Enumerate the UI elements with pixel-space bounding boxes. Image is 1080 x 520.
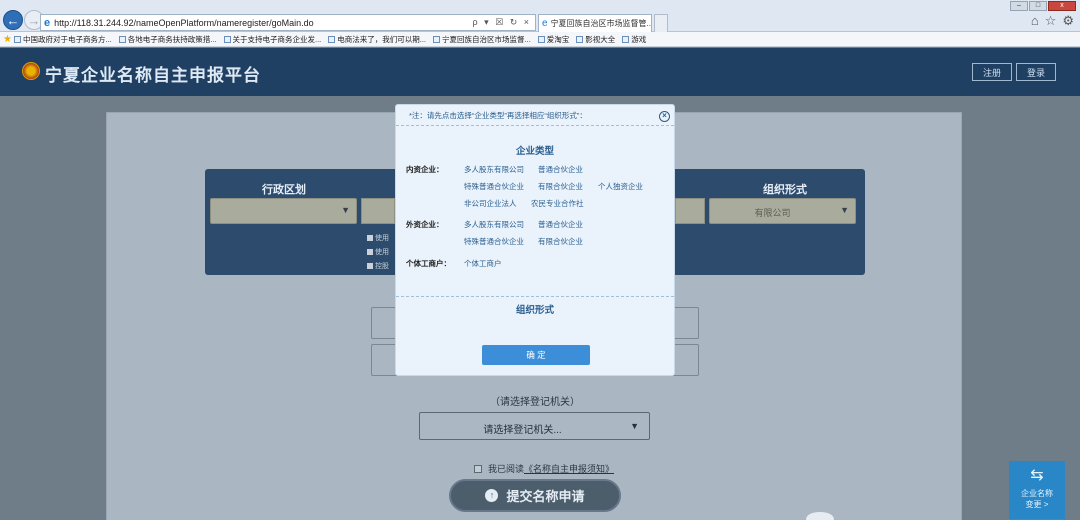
name-input-field[interactable] [371, 307, 397, 339]
notice-link[interactable]: 《名称自主申报须知》 [524, 462, 614, 475]
back-icon[interactable]: ← [3, 10, 23, 30]
favorites-star-icon[interactable]: ★ [3, 34, 12, 45]
org-form-value: 有限公司 [754, 208, 791, 218]
name-input-field[interactable] [673, 307, 699, 339]
register-button[interactable]: 注册 [972, 63, 1012, 81]
tab-title: 宁夏回族自治区市场监督管... [550, 19, 652, 28]
page-icon [118, 35, 126, 43]
dropdown-arrow-icon: ▼ [341, 205, 350, 215]
authority-prompt: （请选择登记机关） [490, 397, 580, 408]
favorite-item[interactable]: 电商法来了，我们可以期... [328, 34, 426, 45]
checkbox-icon [367, 263, 373, 269]
tab-favicon-icon: e [542, 18, 548, 29]
page-icon [576, 35, 584, 43]
name-input-field[interactable] [673, 344, 699, 376]
swap-arrows-icon: ⇆ [1030, 467, 1044, 484]
enterprise-type-title: 企业类型 [515, 146, 554, 157]
page-icon [13, 35, 21, 43]
agree-text: 我已阅读 [488, 464, 525, 474]
option-foreign-general-partnership[interactable]: 普通合伙企业 [538, 219, 583, 230]
favorite-item[interactable]: 影视大全 [576, 34, 615, 45]
name-input-field[interactable] [371, 344, 397, 376]
option-checkbox[interactable]: 控股 [367, 261, 389, 271]
option-checkbox[interactable]: 使用 [367, 233, 389, 243]
option-domestic-limited-partnership[interactable]: 有限合伙企业 [538, 181, 583, 192]
divider [396, 296, 674, 297]
maximize-icon[interactable]: □ [1029, 1, 1047, 11]
page-icon [622, 35, 630, 43]
favorite-item[interactable]: 游戏 [622, 34, 646, 45]
option-domestic-cooperative[interactable]: 农民专业合作社 [531, 198, 584, 209]
admin-region-select[interactable]: ▼ [210, 198, 357, 224]
industry-select[interactable] [675, 198, 705, 224]
favorites-bar: ★ 中国政府对于电子商务方... 各地电子商务扶持政策措... 关于支持电子商务… [0, 32, 1080, 47]
org-form-title: 组织形式 [515, 305, 554, 316]
option-domestic-non-company-legal[interactable]: 非公司企业法人 [464, 198, 517, 209]
browser-toolbar: ← → e http://118.31.244.92/nameOpenPlatf… [0, 0, 1080, 32]
option-domestic-multi-shareholder[interactable]: 多人股东有限公司 [464, 164, 524, 175]
browser-tab[interactable]: e 宁夏回族自治区市场监督管... × [538, 14, 652, 32]
checkbox-icon [367, 249, 373, 255]
domestic-label: 内资企业： [406, 165, 444, 174]
settings-gear-icon[interactable]: ⚙ [1062, 13, 1074, 29]
authority-select-value: 请选择登记机关... [483, 425, 562, 436]
minimize-icon[interactable]: – [1010, 1, 1028, 11]
agree-checkbox-row[interactable]: 我已阅读 《名称自主申报须知》 [474, 462, 614, 475]
org-form-heading: 组织形式 [763, 184, 807, 196]
browser-right-icons: ⌂ ☆ ⚙ [1031, 13, 1074, 29]
close-icon[interactable]: × [659, 111, 670, 122]
ie-icon: e [44, 16, 51, 29]
favorite-item[interactable]: 中国政府对于电子商务方... [13, 34, 112, 45]
divider [396, 125, 674, 126]
agree-checkbox[interactable] [474, 464, 482, 473]
new-tab-button[interactable] [654, 14, 668, 32]
option-domestic-sole-proprietorship[interactable]: 个人独资企业 [598, 181, 643, 192]
upload-icon: ↑ [485, 489, 499, 502]
confirm-button[interactable]: 确 定 [482, 345, 590, 365]
site-title: 宁夏企业名称自主申报平台 [45, 66, 261, 85]
dropdown-arrow-icon: ▼ [840, 205, 849, 215]
option-domestic-general-partnership[interactable]: 普通合伙企业 [538, 164, 583, 175]
option-foreign-multi-shareholder[interactable]: 多人股东有限公司 [464, 219, 524, 230]
favorite-item[interactable]: 各地电子商务扶持政策措... [118, 34, 217, 45]
site-header: 宁夏企业名称自主申报平台 注册 登录 [0, 48, 1080, 96]
favorite-item[interactable]: 关于支持电子商务企业发... [223, 34, 321, 45]
scroll-indicator [806, 512, 834, 520]
individual-label: 个体工商户： [406, 259, 451, 268]
option-foreign-limited-partnership[interactable]: 有限合伙企业 [538, 236, 583, 247]
submit-application-button[interactable]: ↑ 提交名称申请 [449, 479, 621, 512]
checkbox-icon [367, 235, 373, 241]
org-form-select[interactable]: 有限公司 ▼ [709, 198, 856, 224]
page-icon [537, 35, 545, 43]
modal-note: *注：请先点击选择“企业类型”再选择相应“组织形式”： [409, 111, 587, 120]
favorite-item[interactable]: 爱淘宝 [537, 34, 569, 45]
page-icon [328, 35, 336, 43]
address-tools[interactable]: ρ ▾ ☒ ↻ × [472, 17, 535, 28]
widget-label: 企业名称 [1021, 489, 1053, 498]
favorite-item[interactable]: 宁夏回族自治区市场监督... [433, 34, 531, 45]
login-button[interactable]: 登录 [1016, 63, 1056, 81]
url-text[interactable]: http://118.31.244.92/nameOpenPlatform/na… [54, 18, 472, 28]
widget-link: 变更 > [1025, 500, 1049, 509]
page-icon [433, 35, 441, 43]
submit-label: 提交名称申请 [506, 489, 585, 504]
option-individual-business[interactable]: 个体工商户 [464, 258, 502, 269]
favorites-star-icon[interactable]: ☆ [1045, 13, 1057, 29]
option-foreign-special-partnership[interactable]: 特殊普通合伙企业 [464, 236, 524, 247]
dropdown-arrow-icon: ▼ [630, 421, 639, 431]
enterprise-type-modal: *注：请先点击选择“企业类型”再选择相应“组织形式”： × 企业类型 内资企业：… [395, 104, 675, 376]
address-bar[interactable]: e http://118.31.244.92/nameOpenPlatform/… [40, 14, 536, 31]
authority-select[interactable]: 请选择登记机关... ▼ [419, 412, 650, 440]
home-icon[interactable]: ⌂ [1031, 13, 1039, 29]
name-keyword-select[interactable] [361, 198, 395, 224]
window-controls: – □ x [1010, 1, 1076, 11]
name-change-widget[interactable]: ⇆ 企业名称 变更 > [1009, 461, 1065, 519]
page-icon [223, 35, 231, 43]
window-close-icon[interactable]: x [1048, 1, 1076, 11]
option-domestic-special-partnership[interactable]: 特殊普通合伙企业 [464, 181, 524, 192]
admin-region-heading: 行政区划 [262, 184, 306, 196]
foreign-label: 外资企业： [406, 220, 444, 229]
option-checkbox[interactable]: 使用 [367, 247, 389, 257]
national-emblem-icon [22, 62, 40, 80]
